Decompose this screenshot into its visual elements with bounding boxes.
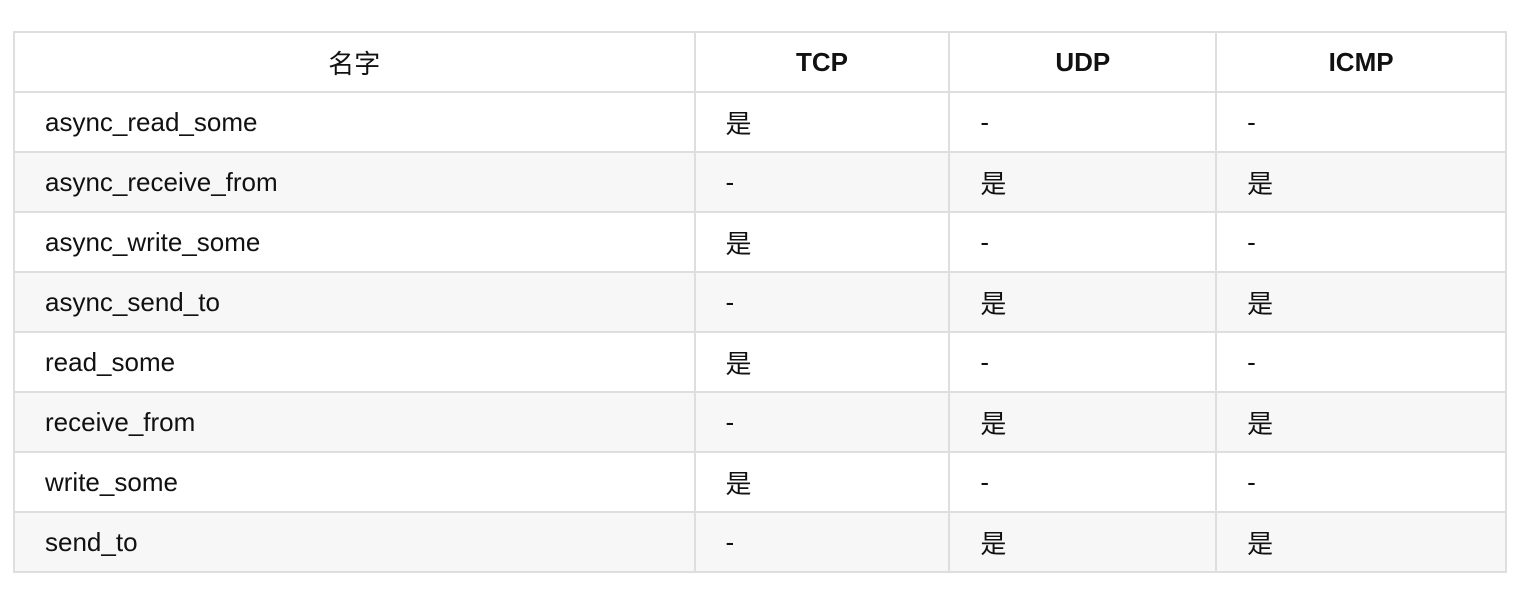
cell-name: read_some: [13, 331, 696, 393]
protocol-method-table: 名字 TCP UDP ICMP async_read_some 是 - - async_…: [13, 31, 1507, 573]
cell-udp: 是: [948, 391, 1218, 453]
cell-tcp: -: [693, 271, 951, 333]
header-icmp: ICMP: [1215, 31, 1507, 93]
header-udp: UDP: [948, 31, 1218, 93]
table-row: async_send_to - 是是: [13, 271, 1507, 333]
cell-name: async_send_to: [13, 271, 696, 333]
cell-icmp: 是: [1215, 511, 1507, 573]
cell-tcp: 是: [693, 211, 951, 273]
cell-udp: -: [948, 91, 1218, 153]
cell-name: async_read_some: [13, 91, 696, 153]
cell-udp: 是: [948, 271, 1218, 333]
cell-icmp: 是: [1215, 391, 1507, 453]
cell-tcp: -: [693, 151, 951, 213]
cell-name: async_write_some: [13, 211, 696, 273]
table-row: write_some 是 - -: [13, 451, 1507, 513]
cell-name: receive_from: [13, 391, 696, 453]
cell-tcp: 是: [693, 91, 951, 153]
cell-udp: -: [948, 211, 1218, 273]
cell-tcp: -: [693, 511, 951, 573]
table-row: async_write_some 是 - -: [13, 211, 1507, 273]
header-name: 名字: [13, 31, 696, 93]
cell-icmp: 是: [1215, 151, 1507, 213]
cell-tcp: -: [693, 391, 951, 453]
table-row: async_receive_from - 是是: [13, 151, 1507, 213]
cell-udp: -: [948, 331, 1218, 393]
cell-icmp: -: [1215, 331, 1507, 393]
table-row: send_to - 是是: [13, 511, 1507, 573]
table-row: async_read_some 是 - -: [13, 91, 1507, 153]
header-tcp: TCP: [693, 31, 951, 93]
cell-icmp: -: [1215, 211, 1507, 273]
header-row: 名字 TCP UDP ICMP: [13, 31, 1507, 93]
cell-udp: 是: [948, 151, 1218, 213]
cell-udp: 是: [948, 511, 1218, 573]
cell-tcp: 是: [693, 451, 951, 513]
table-row: receive_from - 是是: [13, 391, 1507, 453]
table-row: read_some 是 - -: [13, 331, 1507, 393]
cell-icmp: 是: [1215, 271, 1507, 333]
cell-udp: -: [948, 451, 1218, 513]
cell-icmp: -: [1215, 91, 1507, 153]
cell-name: write_some: [13, 451, 696, 513]
cell-name: async_receive_from: [13, 151, 696, 213]
cell-name: send_to: [13, 511, 696, 573]
cell-tcp: 是: [693, 331, 951, 393]
cell-icmp: -: [1215, 451, 1507, 513]
